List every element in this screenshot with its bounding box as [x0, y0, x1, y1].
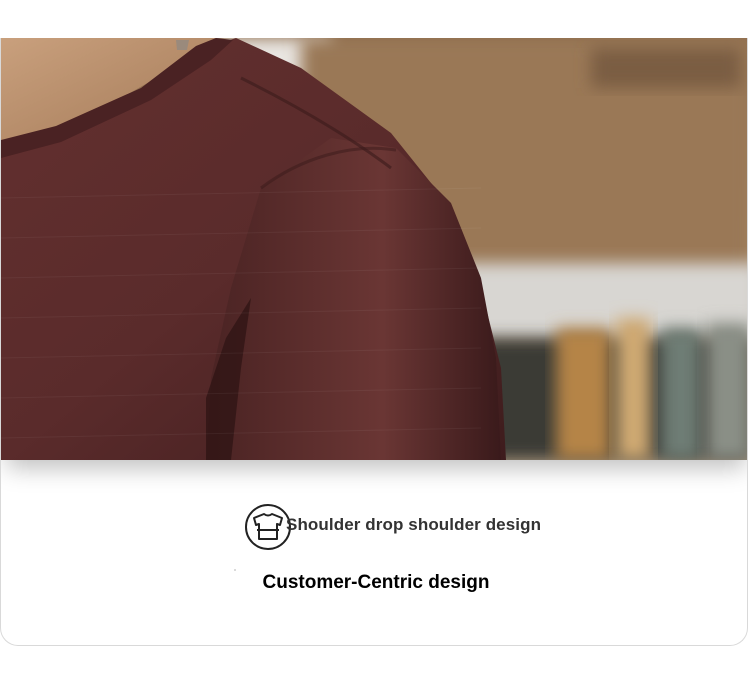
tagline: Customer-Centric design: [262, 572, 490, 593]
feature-row: Shoulder drop shoulder design: [1, 501, 747, 551]
product-photo: [1, 38, 747, 460]
decorative-dot: [234, 569, 236, 571]
product-card: Shoulder drop shoulder design Customer-C…: [0, 38, 748, 646]
shoulder-shirt-icon: [245, 504, 291, 550]
feature-label: Shoulder drop shoulder design: [286, 515, 542, 534]
